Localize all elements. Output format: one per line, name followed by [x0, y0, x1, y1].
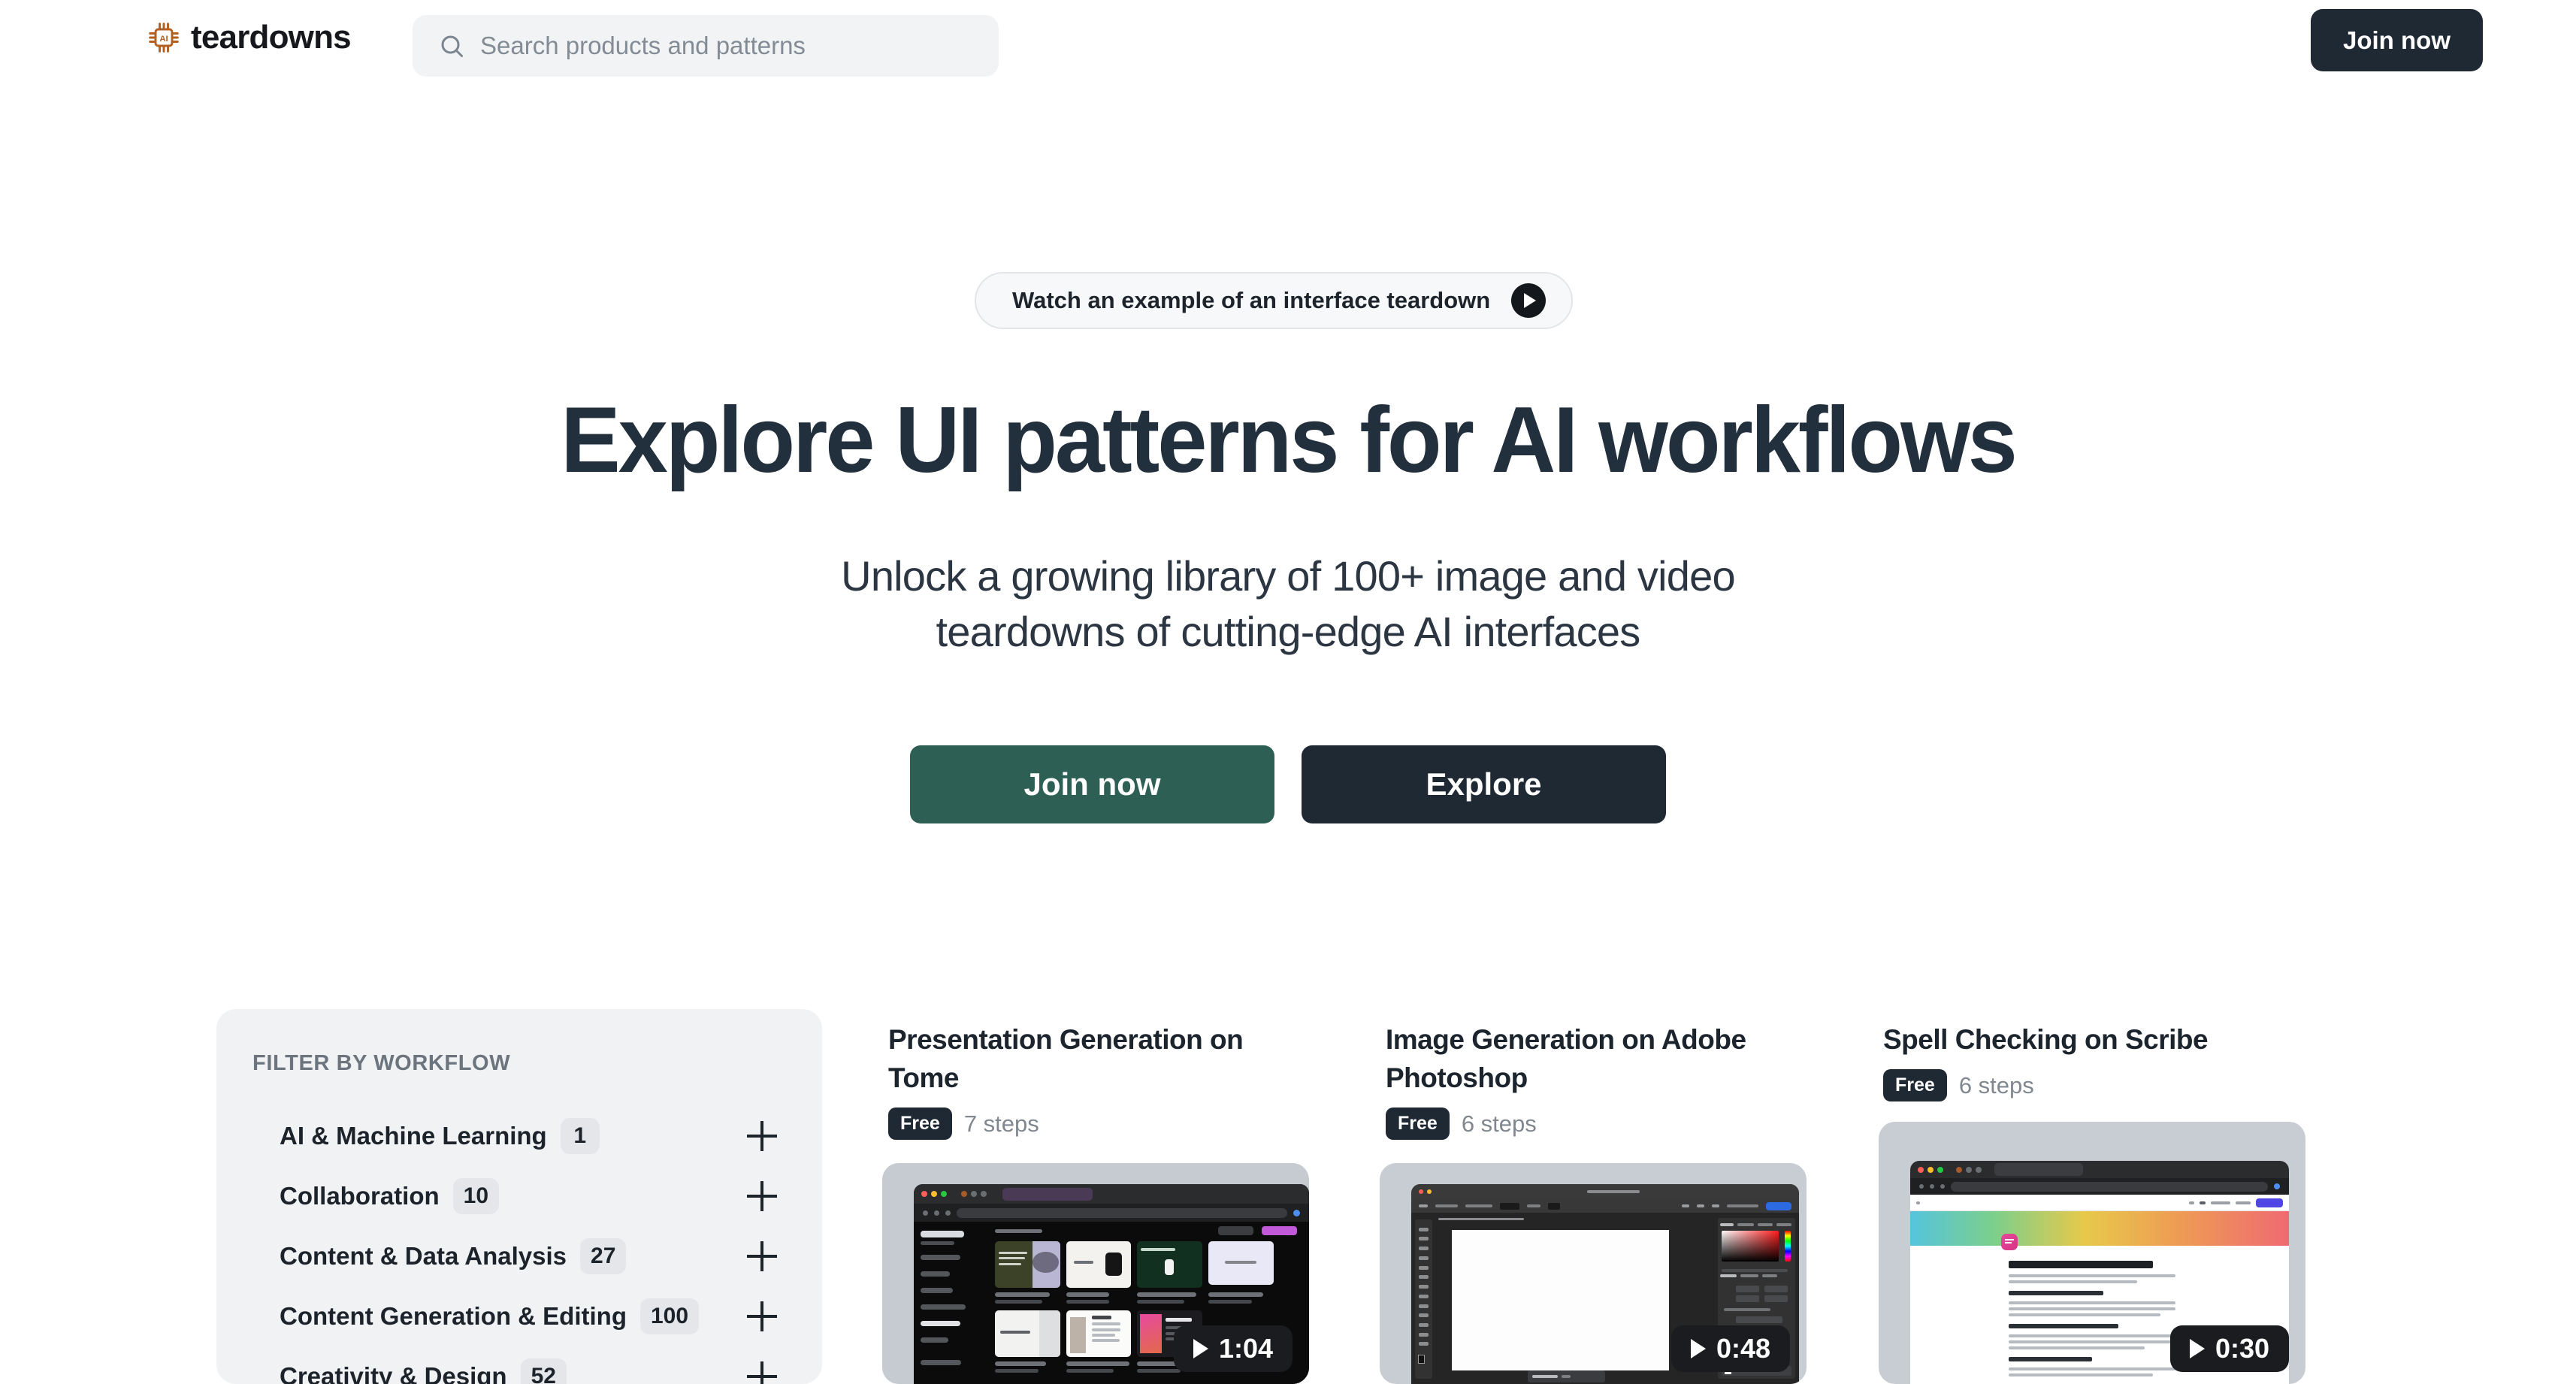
search-input[interactable] [480, 32, 973, 60]
card-thumbnail-tome[interactable]: 1:04 [882, 1163, 1309, 1384]
teardown-card-photoshop[interactable]: Image Generation on Adobe Photoshop Free… [1386, 1020, 1822, 1141]
hero-subhead: Unlock a growing library of 100+ image a… [0, 548, 2576, 660]
duration-badge: 0:30 [2169, 1325, 2289, 1372]
browser-urlbar [1910, 1178, 2289, 1195]
plus-icon[interactable] [747, 1181, 777, 1211]
duration-text: 1:04 [1218, 1333, 1273, 1364]
hue-slider [1785, 1230, 1791, 1262]
teardown-card-tome[interactable]: Presentation Generation on Tome Free 7 s… [888, 1020, 1324, 1141]
watch-example-button[interactable]: Watch an example of an interface teardow… [975, 272, 1574, 329]
duration-text: 0:48 [1716, 1333, 1770, 1364]
photoshop-titlebar [1411, 1184, 1799, 1199]
filter-item-ai-machine-learning[interactable]: AI & Machine Learning 1 [252, 1106, 786, 1166]
filter-item-count: 27 [580, 1238, 627, 1274]
hero-cta-row: Join now Explore [0, 745, 2576, 823]
join-now-header-button[interactable]: Join now [2311, 9, 2483, 71]
card-steps: 6 steps [1958, 1071, 2034, 1098]
browser-titlebar [1910, 1161, 2289, 1178]
play-icon [2189, 1339, 2205, 1358]
plus-icon[interactable] [747, 1361, 777, 1384]
filter-item-label: Content Generation & Editing [280, 1302, 627, 1330]
brand-name: teardowns [191, 19, 352, 56]
plus-icon[interactable] [747, 1241, 777, 1271]
card-meta: Free 6 steps [1386, 1108, 1822, 1141]
scribe-toolbar [1910, 1195, 2289, 1211]
browser-titlebar [914, 1184, 1309, 1204]
tome-template-card [994, 1241, 1060, 1288]
explore-cta-button[interactable]: Explore [1302, 745, 1666, 823]
card-title: Image Generation on Adobe Photoshop [1386, 1024, 1746, 1094]
filter-item-count: 100 [639, 1298, 700, 1334]
site-header: AI teardowns Sign in Join now [0, 0, 2576, 92]
status-badge: Free [1386, 1108, 1450, 1141]
tome-template-card [1066, 1310, 1132, 1357]
scribe-doc-icon [2000, 1234, 2018, 1250]
watch-example-label: Watch an example of an interface teardow… [1012, 287, 1491, 313]
join-now-cta-button[interactable]: Join now [910, 745, 1274, 823]
teardown-card-scribe[interactable]: Spell Checking on Scribe Free 6 steps [1883, 1020, 2319, 1102]
filter-item-label: Creativity & Design [280, 1362, 507, 1384]
filter-item-label: Content & Data Analysis [280, 1242, 567, 1270]
search-bar[interactable] [413, 15, 999, 77]
hero-subhead-line1: Unlock a growing library of 100+ image a… [841, 552, 1735, 600]
filter-item-creativity-design[interactable]: Creativity & Design 52 [252, 1346, 786, 1384]
card-thumbnail-photoshop[interactable]: 0:48 [1380, 1163, 1807, 1384]
filter-item-count: 1 [560, 1118, 600, 1154]
card-title: Spell Checking on Scribe [1883, 1024, 2209, 1055]
filter-item-count: 10 [452, 1178, 500, 1214]
card-title: Presentation Generation on Tome [888, 1024, 1244, 1094]
brand-logo[interactable]: AI teardowns [147, 19, 352, 56]
play-icon [1193, 1339, 1208, 1358]
plus-icon[interactable] [747, 1301, 777, 1331]
photoshop-toolbar [1415, 1219, 1432, 1379]
scribe-cover-gradient [1910, 1211, 2289, 1246]
filter-item-count: 52 [520, 1358, 567, 1384]
color-picker-field [1721, 1230, 1779, 1262]
tome-template-card [994, 1310, 1060, 1357]
filter-item-content-data-analysis[interactable]: Content & Data Analysis 27 [252, 1226, 786, 1286]
card-thumbnail-scribe[interactable]: 0:30 [1879, 1122, 2305, 1384]
filter-by-workflow-panel: FILTER BY WORKFLOW AI & Machine Learning… [216, 1009, 822, 1384]
page-title: Explore UI patterns for AI workflows [561, 388, 2018, 492]
status-badge: Free [1883, 1069, 1947, 1102]
card-steps: 6 steps [1461, 1110, 1537, 1137]
status-badge: Free [888, 1108, 952, 1141]
card-steps: 7 steps [963, 1110, 1039, 1137]
card-meta: Free 7 steps [888, 1108, 1324, 1141]
filter-panel-title: FILTER BY WORKFLOW [252, 1051, 511, 1075]
browser-urlbar [914, 1204, 1309, 1222]
tome-template-card [1208, 1241, 1274, 1285]
photoshop-canvas [1452, 1229, 1670, 1370]
play-circle-icon [1511, 283, 1547, 318]
duration-text: 0:30 [2215, 1333, 2269, 1364]
plus-icon[interactable] [747, 1121, 777, 1151]
duration-badge: 0:48 [1670, 1325, 1790, 1372]
tome-sidebar [914, 1222, 985, 1384]
duration-badge: 1:04 [1173, 1325, 1293, 1372]
tome-template-card [1137, 1241, 1202, 1288]
hero-subhead-line2: teardowns of cutting-edge AI interfaces [936, 607, 1641, 655]
play-icon [1690, 1339, 1706, 1358]
ai-chip-icon: AI [149, 23, 179, 53]
filter-item-label: AI & Machine Learning [280, 1122, 547, 1150]
filter-item-label: Collaboration [280, 1182, 440, 1210]
scribe-doc-title [2009, 1261, 2153, 1268]
filter-item-collaboration[interactable]: Collaboration 10 [252, 1166, 786, 1226]
photoshop-options-bar [1411, 1199, 1799, 1213]
search-icon [441, 35, 463, 57]
filter-item-content-generation-editing[interactable]: Content Generation & Editing 100 [252, 1286, 786, 1346]
svg-text:AI: AI [159, 35, 168, 44]
tome-template-card [1066, 1241, 1132, 1288]
card-meta: Free 6 steps [1883, 1069, 2319, 1102]
